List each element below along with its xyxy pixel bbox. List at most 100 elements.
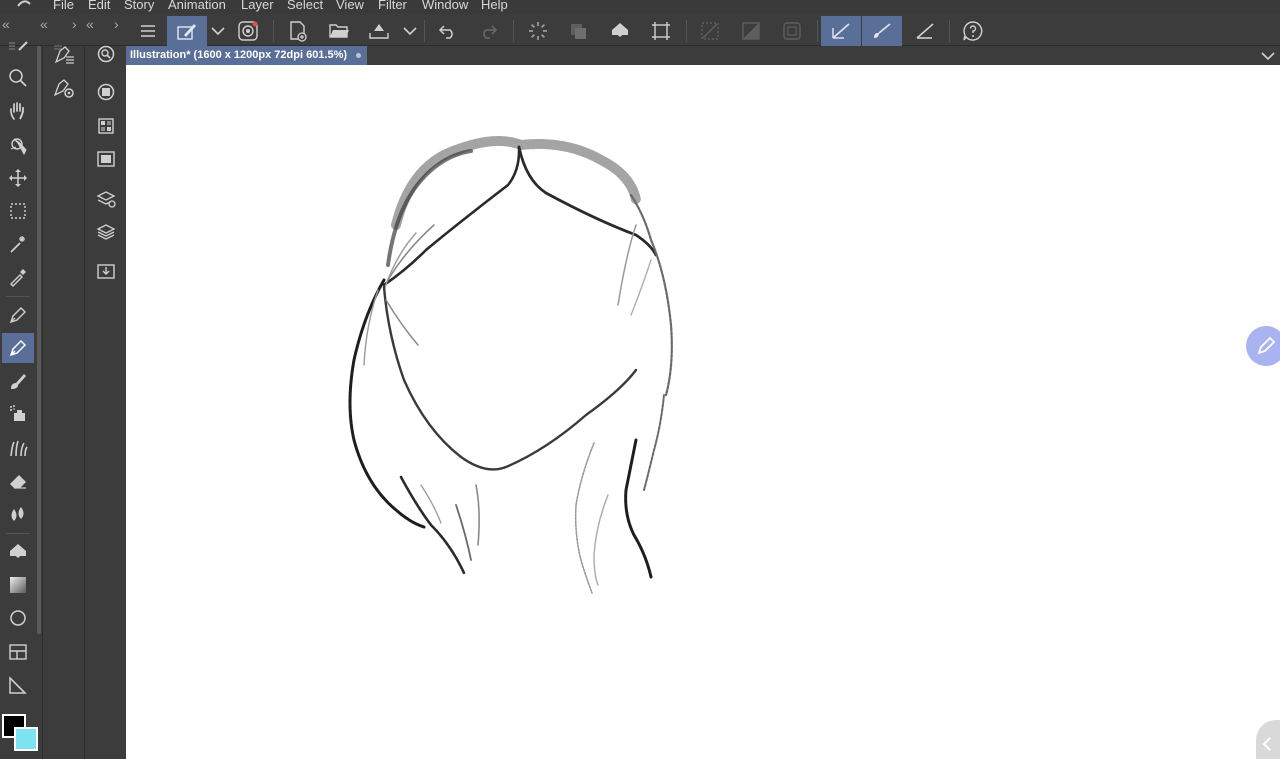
drawing-canvas[interactable] xyxy=(126,65,1280,759)
eyedropper-icon[interactable] xyxy=(2,262,34,292)
document-tab[interactable]: Illustration* (1600 x 1200px 72dpi 601.5… xyxy=(126,46,368,65)
sketch-stroke xyxy=(363,289,379,366)
color-set-icon[interactable] xyxy=(91,112,121,140)
unsaved-dot-icon xyxy=(356,53,362,58)
collapse-left-icon[interactable]: « xyxy=(40,16,54,32)
chevron-down-icon[interactable] xyxy=(209,16,227,46)
transform-icon[interactable] xyxy=(641,16,681,46)
menu-filter[interactable]: Filter xyxy=(378,0,407,12)
collapse-left-icon[interactable]: « xyxy=(86,16,100,32)
collapse-left-icon[interactable]: « xyxy=(2,16,16,32)
separator xyxy=(273,20,274,42)
export-icon[interactable] xyxy=(359,16,399,46)
sketch-stroke xyxy=(629,193,673,397)
separator xyxy=(424,20,425,42)
frame-icon[interactable] xyxy=(2,637,34,667)
pen-icon xyxy=(1257,336,1276,355)
expand-right-icon[interactable]: › xyxy=(114,16,125,32)
sketch-stroke xyxy=(624,438,653,579)
document-tab-bar: Illustration* (1600 x 1200px 72dpi 601.5… xyxy=(126,46,1280,65)
chevron-down-icon[interactable] xyxy=(401,16,419,46)
sub-tool-column xyxy=(42,45,84,759)
layer-copy-icon[interactable] xyxy=(558,16,598,46)
pen-pressure-icon[interactable] xyxy=(821,16,861,46)
help-icon[interactable] xyxy=(953,16,993,46)
pencil-icon[interactable] xyxy=(2,333,34,363)
sketch-stroke xyxy=(399,475,466,575)
loading-icon[interactable] xyxy=(518,16,558,46)
eraser-icon[interactable] xyxy=(2,466,34,496)
menu-edit[interactable]: Edit xyxy=(88,0,110,12)
app-logo-icon[interactable] xyxy=(14,0,34,10)
sketch-stroke xyxy=(391,136,641,230)
fill-icon[interactable] xyxy=(2,537,34,567)
airbrush-icon[interactable] xyxy=(2,399,34,429)
brush-icon[interactable] xyxy=(2,366,34,396)
open-folder-icon[interactable] xyxy=(319,16,359,46)
command-bar: « « › « › xyxy=(0,14,1280,46)
menu-select[interactable]: Select xyxy=(287,0,323,12)
redo-icon[interactable] xyxy=(468,16,508,46)
menu-icon[interactable] xyxy=(128,16,168,46)
pen-icon[interactable] xyxy=(2,300,34,330)
app-window: File Edit Story Animation Layer Select V… xyxy=(0,0,1280,759)
marquee-icon[interactable] xyxy=(2,196,34,226)
menu-window[interactable]: Window xyxy=(422,0,468,12)
tool-palette xyxy=(0,41,36,759)
separator xyxy=(6,533,30,534)
menu-bar: File Edit Story Animation Layer Select V… xyxy=(0,0,1280,14)
fill-icon[interactable] xyxy=(600,16,640,46)
decoration-icon[interactable] xyxy=(2,433,34,463)
sub-color-swatch[interactable] xyxy=(14,727,38,751)
sketch-stroke xyxy=(593,494,609,586)
sketch-stroke xyxy=(475,484,480,546)
hand-icon[interactable] xyxy=(2,96,34,126)
floating-pen-button[interactable] xyxy=(1246,326,1280,366)
sub-tool-detail-icon[interactable] xyxy=(49,41,79,69)
tool-palette-scrollbar[interactable] xyxy=(37,46,41,634)
navigator-icon[interactable] xyxy=(91,40,121,68)
new-file-icon[interactable] xyxy=(278,16,318,46)
undo-icon[interactable] xyxy=(428,16,468,46)
material-download-icon[interactable] xyxy=(91,257,121,285)
sketch-drawing xyxy=(348,136,673,594)
layers-icon[interactable] xyxy=(91,218,121,246)
ruler-icon[interactable] xyxy=(2,670,34,700)
menu-view[interactable]: View xyxy=(336,0,364,12)
separator xyxy=(686,20,687,42)
menu-animation[interactable]: Animation xyxy=(168,0,226,12)
move-icon[interactable] xyxy=(2,163,34,193)
transparency-icon[interactable] xyxy=(731,16,771,46)
menu-layer[interactable]: Layer xyxy=(241,0,274,12)
magic-wand-icon[interactable] xyxy=(2,229,34,259)
blend-icon[interactable] xyxy=(2,499,34,529)
expand-right-icon[interactable]: › xyxy=(72,16,83,32)
spiral-icon[interactable] xyxy=(228,16,268,46)
chevron-left-icon xyxy=(1262,737,1271,751)
layer-property-icon[interactable] xyxy=(91,185,121,213)
gradient-icon[interactable] xyxy=(2,570,34,600)
palette-handle-icon[interactable] xyxy=(2,40,34,52)
sketch-stroke xyxy=(630,259,652,316)
object-select-icon[interactable] xyxy=(2,130,34,160)
color-wheel-icon[interactable] xyxy=(91,78,121,106)
chevron-down-icon[interactable] xyxy=(1260,46,1276,65)
sketch-stroke xyxy=(574,442,595,594)
clear-outside-icon[interactable] xyxy=(690,16,730,46)
brush-stabilize-icon[interactable] xyxy=(862,16,902,46)
menu-file[interactable]: File xyxy=(53,0,74,12)
menu-help[interactable]: Help xyxy=(481,0,508,12)
sketch-stroke xyxy=(382,145,521,287)
separator xyxy=(513,20,514,42)
separator xyxy=(817,20,818,42)
zoom-icon[interactable] xyxy=(2,63,34,93)
pen-settings-icon[interactable] xyxy=(167,16,207,46)
figure-icon[interactable] xyxy=(2,603,34,633)
border-icon[interactable] xyxy=(772,16,812,46)
ruler-snap-icon[interactable] xyxy=(905,16,945,46)
sketch-stroke xyxy=(455,504,472,561)
timeline-icon[interactable] xyxy=(91,145,121,173)
sub-tool-settings-icon[interactable] xyxy=(49,74,79,102)
menu-story[interactable]: Story xyxy=(124,0,154,12)
palette-column xyxy=(84,45,126,759)
